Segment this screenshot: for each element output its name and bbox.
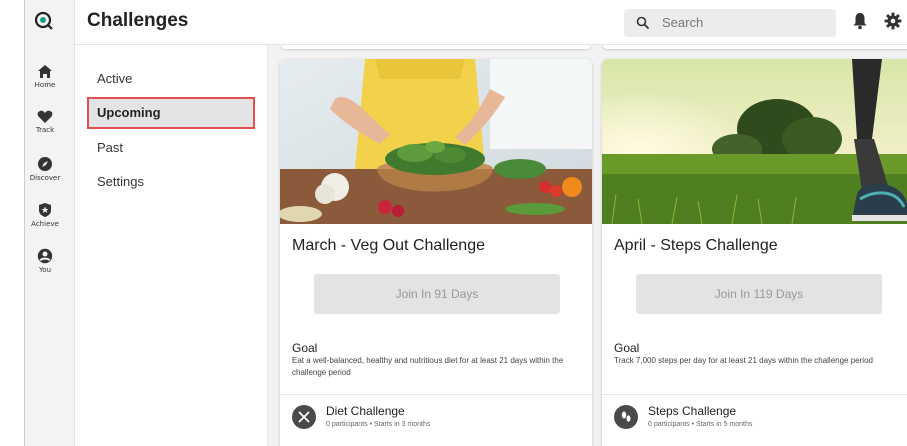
challenge-meta: 0 participants • Starts in 3 months bbox=[326, 421, 431, 428]
previous-card-bottom bbox=[280, 45, 592, 49]
goal-label: Goal bbox=[292, 341, 318, 355]
heart-icon bbox=[37, 110, 53, 123]
rail-item-you[interactable]: You bbox=[25, 248, 65, 274]
gear-icon[interactable] bbox=[884, 12, 902, 30]
app-window: Home Track Discover Achieve You Challeng… bbox=[24, 0, 907, 446]
veg-salad-image bbox=[280, 59, 592, 224]
subnav-item-active[interactable]: Active bbox=[87, 63, 255, 95]
rail-item-label: Achieve bbox=[31, 220, 59, 228]
challenges-subnav: Active Upcoming Past Settings bbox=[75, 45, 268, 446]
challenge-title: March - Veg Out Challenge bbox=[292, 237, 485, 254]
divider bbox=[602, 394, 907, 395]
left-rail: Home Track Discover Achieve You bbox=[25, 0, 75, 446]
challenge-type-badge bbox=[292, 405, 316, 429]
page-title: Challenges bbox=[87, 10, 189, 31]
fork-knife-icon bbox=[298, 411, 310, 423]
runner-field-image bbox=[602, 59, 907, 224]
search-input[interactable]: Search bbox=[624, 9, 836, 37]
divider bbox=[280, 394, 592, 395]
rail-item-label: Home bbox=[34, 81, 56, 89]
rail-item-label: Discover bbox=[29, 174, 61, 182]
rail-item-label: Track bbox=[35, 126, 55, 134]
goal-description: Track 7,000 steps per day for at least 2… bbox=[614, 356, 873, 365]
challenge-card[interactable]: April - Steps Challenge Join In 119 Days… bbox=[602, 59, 907, 446]
rail-item-track[interactable]: Track bbox=[25, 110, 65, 134]
challenge-type-name: Steps Challenge bbox=[648, 404, 737, 418]
subnav-item-settings[interactable]: Settings bbox=[87, 166, 255, 198]
home-icon bbox=[38, 65, 52, 78]
search-icon bbox=[636, 16, 650, 30]
user-icon bbox=[37, 248, 53, 264]
shield-star-icon bbox=[39, 203, 51, 217]
previous-card-bottom bbox=[602, 45, 907, 49]
challenge-meta: 0 participants • Starts in 5 months bbox=[648, 421, 753, 428]
rail-item-achieve[interactable]: Achieve bbox=[25, 202, 65, 228]
rail-item-home[interactable]: Home bbox=[25, 64, 65, 89]
goal-label: Goal bbox=[614, 341, 640, 355]
challenge-list: March - Veg Out Challenge Join In 91 Day… bbox=[268, 45, 907, 446]
challenge-type-badge bbox=[614, 405, 638, 429]
challenge-type-name: Diet Challenge bbox=[326, 404, 405, 418]
header-bar: Challenges Search bbox=[75, 0, 907, 45]
join-button[interactable]: Join In 91 Days bbox=[314, 274, 560, 314]
join-button[interactable]: Join In 119 Days bbox=[636, 274, 882, 314]
rail-item-label: You bbox=[38, 266, 52, 274]
challenge-card[interactable]: March - Veg Out Challenge Join In 91 Day… bbox=[280, 59, 592, 446]
rail-item-discover[interactable]: Discover bbox=[25, 156, 65, 182]
compass-icon bbox=[38, 157, 52, 171]
subnav-item-past[interactable]: Past bbox=[87, 132, 255, 164]
footprints-icon bbox=[621, 411, 631, 422]
app-logo-icon[interactable] bbox=[33, 10, 55, 32]
challenge-title: April - Steps Challenge bbox=[614, 237, 778, 254]
subnav-item-upcoming[interactable]: Upcoming bbox=[87, 97, 255, 129]
bell-icon[interactable] bbox=[852, 12, 868, 30]
search-placeholder: Search bbox=[662, 15, 704, 30]
goal-description: Eat a well-balanced, healthy and nutriti… bbox=[292, 356, 564, 377]
